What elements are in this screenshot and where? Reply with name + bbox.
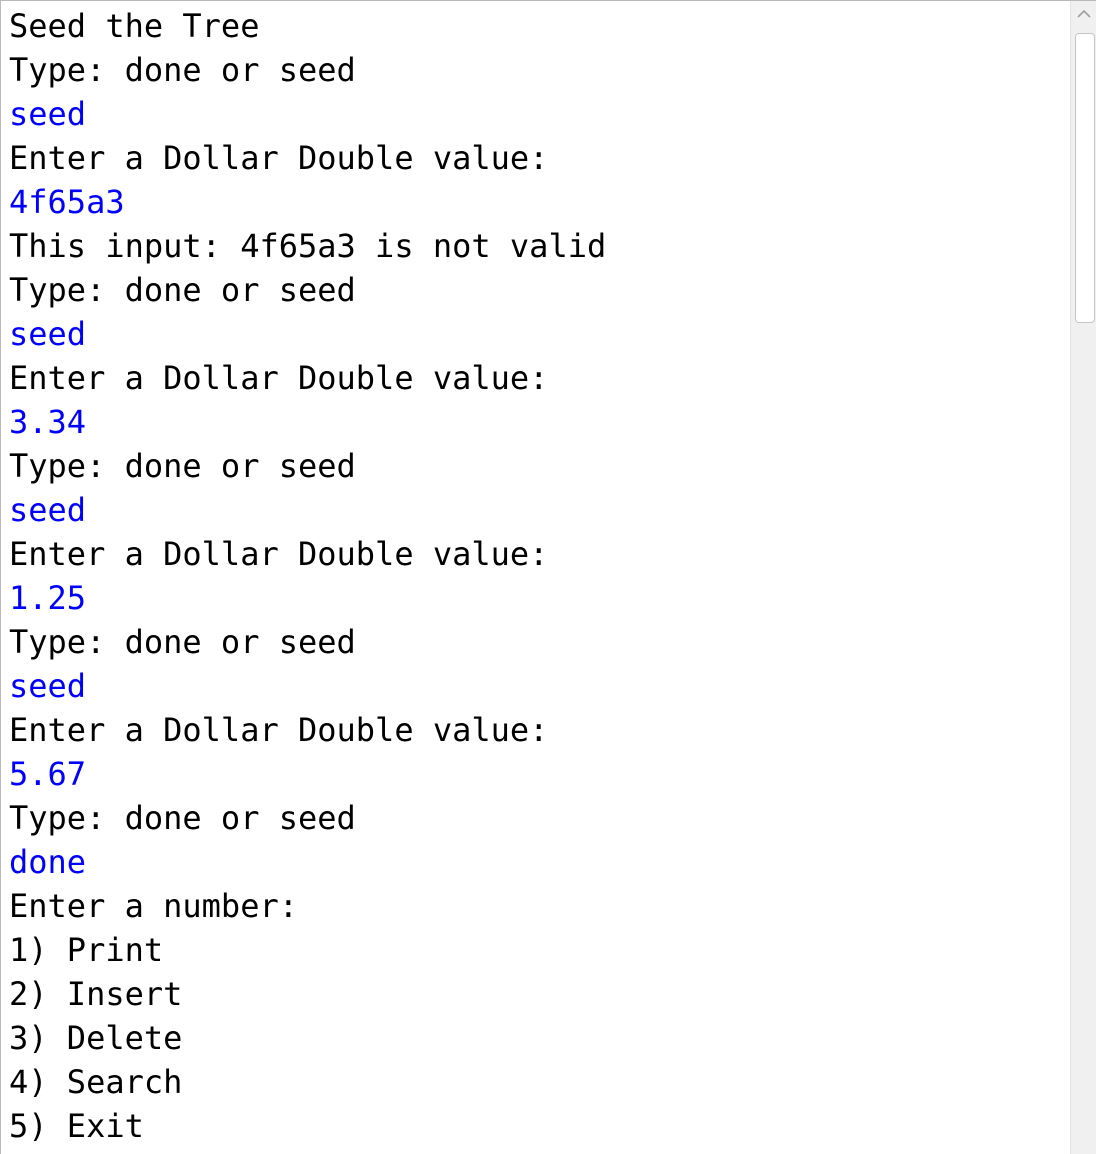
console-line-output: Enter a Dollar Double value: — [9, 359, 549, 397]
console-line-output: Type: done or seed — [9, 623, 356, 661]
console-line-output: Type: done or seed — [9, 51, 356, 89]
console-line-output: Type: done or seed — [9, 271, 356, 309]
console-line-output: This input: 4f65a3 is not valid — [9, 227, 607, 265]
console-line-output: Type: done or seed — [9, 799, 356, 837]
scrollbar-thumb[interactable] — [1075, 33, 1095, 323]
scroll-up-button[interactable] — [1071, 1, 1096, 31]
console-output[interactable]: Seed the Tree Type: done or seed seed En… — [1, 1, 1071, 1154]
chevron-up-icon — [1077, 9, 1091, 18]
console-line-output: Enter a Dollar Double value: — [9, 535, 549, 573]
console-line-input: seed — [9, 315, 87, 353]
console-line-input: 4f65a3 — [9, 183, 125, 221]
console-line-input: 1.25 — [9, 579, 87, 617]
console-line-input: 5.67 — [9, 755, 87, 793]
console-line-output: Enter a Dollar Double value: — [9, 711, 549, 749]
console-line-output: Seed the Tree — [9, 7, 260, 45]
menu-option-print: 1) Print — [9, 931, 164, 969]
console-line-input: done — [9, 843, 87, 881]
console-window: Seed the Tree Type: done or seed seed En… — [0, 0, 1096, 1154]
console-line-input: 3.34 — [9, 403, 87, 441]
console-line-output: Enter a number: — [9, 887, 298, 925]
console-line-input: seed — [9, 667, 87, 705]
vertical-scrollbar[interactable] — [1070, 1, 1096, 1154]
console-line-input: seed — [9, 491, 87, 529]
menu-option-insert: 2) Insert — [9, 975, 183, 1013]
menu-option-exit: 5) Exit — [9, 1107, 144, 1145]
console-line-output: Enter a Dollar Double value: — [9, 139, 549, 177]
menu-option-delete: 3) Delete — [9, 1019, 183, 1057]
console-line-output: Type: done or seed — [9, 447, 356, 485]
console-line-input: seed — [9, 95, 87, 133]
menu-option-search: 4) Search — [9, 1063, 183, 1101]
